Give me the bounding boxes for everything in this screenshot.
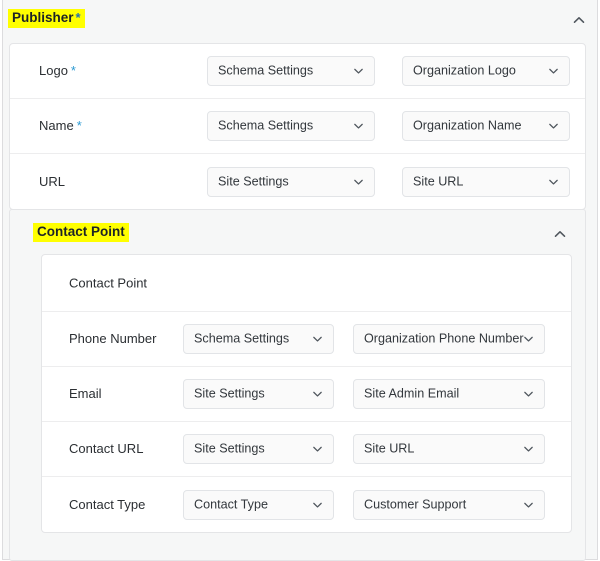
email-source-select-value: Site Settings <box>194 386 265 401</box>
chevron-down-icon <box>311 443 324 456</box>
contact-type-value-select-value: Customer Support <box>364 497 467 511</box>
logo-value-select[interactable]: Organization Logo <box>402 56 570 86</box>
publisher-title-text: Publisher <box>12 10 74 25</box>
contact-url-value-select-value: Site URL <box>364 441 415 456</box>
contact-url-source-select[interactable]: Site Settings <box>183 434 334 464</box>
chevron-down-icon <box>547 175 560 188</box>
row-label-url: URL <box>39 174 65 190</box>
chevron-down-icon <box>311 498 324 511</box>
url-value-select-value: Site URL <box>413 174 464 188</box>
publisher-panel: Publisher * Logo * Schema Settings Organ… <box>2 0 598 561</box>
row-label-contact-type: Contact Type <box>69 496 146 512</box>
contact-point-title: Contact Point <box>33 223 129 242</box>
name-required-asterisk: * <box>76 118 82 133</box>
contact-point-card-heading-row: Contact Point <box>42 255 571 312</box>
phone-number-value-select-value: Organization Phone Number <box>364 331 524 346</box>
publisher-panel-header[interactable]: Publisher * <box>3 0 597 43</box>
contact-point-fields-card: Contact Point Phone Number Schema Settin… <box>41 254 572 533</box>
table-row: Name * Schema Settings Organization Name <box>10 99 585 154</box>
table-row: Contact Type Contact Type Customer Suppo… <box>42 477 571 532</box>
table-row: Logo * Schema Settings Organization Logo <box>10 44 585 99</box>
contact-url-value-select[interactable]: Site URL <box>353 434 545 464</box>
contact-point-subsection: Contact Point Contact Point Phone Number… <box>9 209 586 561</box>
logo-source-select[interactable]: Schema Settings <box>207 56 375 86</box>
name-source-select[interactable]: Schema Settings <box>207 111 375 141</box>
chevron-down-icon <box>311 333 324 346</box>
logo-required-asterisk: * <box>70 63 76 78</box>
publisher-required-asterisk: * <box>75 10 81 25</box>
chevron-down-icon <box>352 120 365 133</box>
phone-number-source-select-value: Schema Settings <box>194 331 290 346</box>
chevron-down-icon <box>547 65 560 78</box>
logo-source-select-value: Schema Settings <box>218 63 314 78</box>
row-label-logo-text: Logo <box>39 63 68 78</box>
row-label-contact-url: Contact URL <box>69 441 144 456</box>
table-row: Email Site Settings Site Admin Email <box>42 367 571 422</box>
email-source-select[interactable]: Site Settings <box>183 379 334 409</box>
chevron-up-icon[interactable] <box>571 12 587 28</box>
contact-type-source-select-value: Contact Type <box>194 497 268 511</box>
chevron-down-icon <box>522 498 535 511</box>
chevron-down-icon <box>352 175 365 188</box>
email-value-select[interactable]: Site Admin Email <box>353 379 545 409</box>
chevron-down-icon <box>547 120 560 133</box>
contact-type-source-select[interactable]: Contact Type <box>183 489 334 520</box>
chevron-down-icon <box>311 388 324 401</box>
email-value-select-value: Site Admin Email <box>364 386 460 401</box>
table-row: URL Site Settings Site URL <box>10 154 585 209</box>
name-value-select[interactable]: Organization Name <box>402 111 570 141</box>
row-label-logo: Logo * <box>39 63 76 79</box>
chevron-down-icon <box>522 333 535 346</box>
row-label-url-text: URL <box>39 173 66 189</box>
chevron-down-icon <box>522 443 535 456</box>
url-source-select-value: Site Settings <box>218 174 289 188</box>
row-label-name: Name * <box>39 118 82 134</box>
row-label-name-text: Name <box>39 118 74 133</box>
settings-screen: Publisher * Logo * Schema Settings Organ… <box>0 0 600 561</box>
row-label-email: Email <box>69 386 102 401</box>
logo-value-select-value: Organization Logo <box>413 63 516 78</box>
publisher-fields-card: Logo* Schema Settings Organization Logo <box>9 43 586 210</box>
table-row: Contact URL Site Settings Site URL <box>42 422 571 477</box>
chevron-down-icon <box>522 388 535 401</box>
row-label-phone-number: Phone Number <box>69 331 157 346</box>
table-row: Phone Number Schema Settings Organizatio… <box>42 312 571 367</box>
chevron-up-icon[interactable] <box>552 226 568 242</box>
publisher-title: Publisher * <box>8 9 85 28</box>
url-source-select[interactable]: Site Settings <box>207 166 375 197</box>
contact-url-source-select-value: Site Settings <box>194 441 265 456</box>
url-value-select[interactable]: Site URL <box>402 166 570 197</box>
phone-number-value-select[interactable]: Organization Phone Number <box>353 324 545 354</box>
chevron-down-icon <box>352 65 365 78</box>
name-source-select-value: Schema Settings <box>218 118 314 133</box>
name-value-select-value: Organization Name <box>413 118 522 133</box>
contact-type-value-select[interactable]: Customer Support <box>353 489 545 520</box>
contact-point-card-heading: Contact Point <box>69 275 148 291</box>
phone-number-source-select[interactable]: Schema Settings <box>183 324 334 354</box>
contact-point-header[interactable]: Contact Point <box>10 210 585 254</box>
